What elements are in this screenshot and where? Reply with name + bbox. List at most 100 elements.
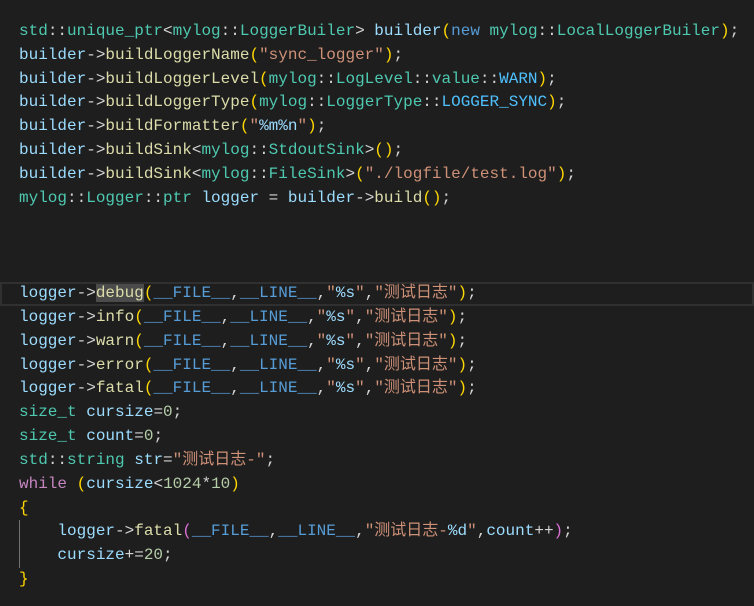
token-string[interactable]: "测试日志" [374, 356, 457, 374]
token-bracket1[interactable]: ) [720, 22, 730, 40]
token-string[interactable]: "测试日志-" [173, 451, 266, 469]
token-plain[interactable]: , [355, 332, 365, 350]
token-plain[interactable]: = [163, 451, 173, 469]
token-plain[interactable]: < [192, 165, 202, 183]
token-plain[interactable]: ; [173, 403, 183, 421]
token-function[interactable]: info [96, 308, 134, 326]
token-type[interactable]: mylog [201, 141, 249, 159]
token-plain[interactable]: ; [442, 189, 452, 207]
token-function[interactable]: buildSink [105, 165, 191, 183]
token-bracket1[interactable]: ) [458, 356, 468, 374]
token-plain[interactable]: -> [86, 141, 105, 159]
token-string[interactable]: "sync_logger" [259, 46, 384, 64]
token-bracket1[interactable]: ) [384, 46, 394, 64]
token-plain[interactable] [77, 427, 87, 445]
token-type[interactable]: value [432, 70, 480, 88]
token-plain[interactable]: :: [67, 189, 86, 207]
token-plain[interactable] [125, 451, 135, 469]
token-type[interactable]: FileSink [269, 165, 346, 183]
token-string[interactable]: " [249, 117, 259, 135]
token-bracket1[interactable]: ( [442, 22, 452, 40]
token-plain[interactable]: , [230, 284, 240, 302]
token-variable[interactable]: builder [19, 117, 86, 135]
code-line[interactable]: } [0, 568, 754, 592]
token-plain[interactable]: > [345, 165, 355, 183]
token-type[interactable]: size_t [19, 403, 77, 421]
token-bracket1[interactable]: ( [249, 46, 259, 64]
token-bracket1[interactable]: ) [557, 165, 567, 183]
token-variable[interactable]: logger [57, 522, 115, 540]
token-number[interactable]: 0 [144, 427, 154, 445]
token-function[interactable]: buildLoggerName [105, 46, 249, 64]
token-variable[interactable]: logger [19, 332, 77, 350]
active-code-line[interactable]: logger->debug(__FILE__,__LINE__,"%s","测试… [0, 282, 754, 306]
token-plain[interactable]: , [307, 332, 317, 350]
token-plain[interactable]: , [317, 356, 327, 374]
token-plain[interactable]: :: [249, 141, 268, 159]
token-string[interactable]: " [355, 284, 365, 302]
token-plain[interactable]: ; [163, 546, 173, 564]
token-bracket1[interactable]: } [19, 570, 29, 588]
code-line[interactable]: builder->buildFormatter("%m%n"); [0, 115, 754, 139]
code-line[interactable] [0, 258, 754, 282]
token-function[interactable]: buildFormatter [105, 117, 239, 135]
token-type[interactable]: mylog [269, 70, 317, 88]
token-plain[interactable]: , [365, 356, 375, 374]
token-bracket1[interactable]: { [19, 499, 29, 517]
token-plain[interactable]: -> [77, 284, 96, 302]
token-string[interactable]: " [355, 356, 365, 374]
code-line[interactable]: builder->buildLoggerType(mylog::LoggerTy… [0, 91, 754, 115]
token-type[interactable]: mylog [259, 93, 307, 111]
token-variable[interactable]: cursize [86, 475, 153, 493]
token-plain[interactable]: -> [86, 70, 105, 88]
token-macro[interactable]: __FILE__ [144, 308, 221, 326]
token-plain[interactable]: :: [249, 165, 268, 183]
token-plain[interactable]: ++ [534, 522, 553, 540]
token-variable[interactable]: logger [19, 379, 77, 397]
token-string[interactable]: "测试日志" [365, 308, 448, 326]
token-plain[interactable]: , [230, 356, 240, 374]
token-variable[interactable]: logger [201, 189, 259, 207]
token-plain[interactable]: -> [77, 332, 96, 350]
token-plain[interactable]: , [365, 379, 375, 397]
token-string[interactable]: " [317, 332, 327, 350]
token-macro[interactable]: __FILE__ [144, 332, 221, 350]
token-bracket1[interactable]: ) [458, 284, 468, 302]
token-plain[interactable]: , [317, 284, 327, 302]
token-format[interactable]: %m%n [259, 117, 297, 135]
token-bracket1[interactable]: () [374, 141, 393, 159]
token-type[interactable]: string [67, 451, 125, 469]
token-number[interactable]: 0 [163, 403, 173, 421]
token-string[interactable]: " [326, 356, 336, 374]
code-line[interactable]: std::unique_ptr<mylog::LoggerBuiler> bui… [0, 20, 754, 44]
token-plain[interactable]: = [259, 189, 288, 207]
token-plain[interactable]: ; [458, 332, 468, 350]
token-variable[interactable]: builder [19, 93, 86, 111]
token-number[interactable]: 10 [211, 475, 230, 493]
token-format[interactable]: %s [326, 332, 345, 350]
token-macro[interactable]: __FILE__ [153, 356, 230, 374]
token-macro[interactable]: __LINE__ [278, 522, 355, 540]
token-macro[interactable]: __FILE__ [153, 284, 230, 302]
token-plain[interactable]: -> [77, 308, 96, 326]
token-bracket1[interactable]: ( [259, 70, 269, 88]
token-type[interactable]: mylog [173, 22, 221, 40]
token-function[interactable]: error [96, 356, 144, 374]
token-plain[interactable]: :: [144, 189, 163, 207]
token-plain[interactable]: ; [467, 356, 477, 374]
token-plain[interactable]: , [365, 284, 375, 302]
token-enum[interactable]: WARN [499, 70, 537, 88]
token-plain[interactable]: -> [77, 379, 96, 397]
token-string[interactable]: " [317, 308, 327, 326]
token-plain[interactable]: ; [467, 379, 477, 397]
token-plain[interactable]: -> [77, 356, 96, 374]
token-plain[interactable]: < [163, 22, 173, 40]
token-variable[interactable]: builder [374, 22, 441, 40]
token-function[interactable]: buildSink [105, 141, 191, 159]
token-bracket1[interactable]: ( [240, 117, 250, 135]
token-plain[interactable]: ; [730, 22, 740, 40]
token-plain[interactable]: , [230, 379, 240, 397]
code-line[interactable]: std::string str="测试日志-"; [0, 449, 754, 473]
token-plain[interactable]: , [477, 522, 487, 540]
token-plain[interactable] [67, 475, 77, 493]
